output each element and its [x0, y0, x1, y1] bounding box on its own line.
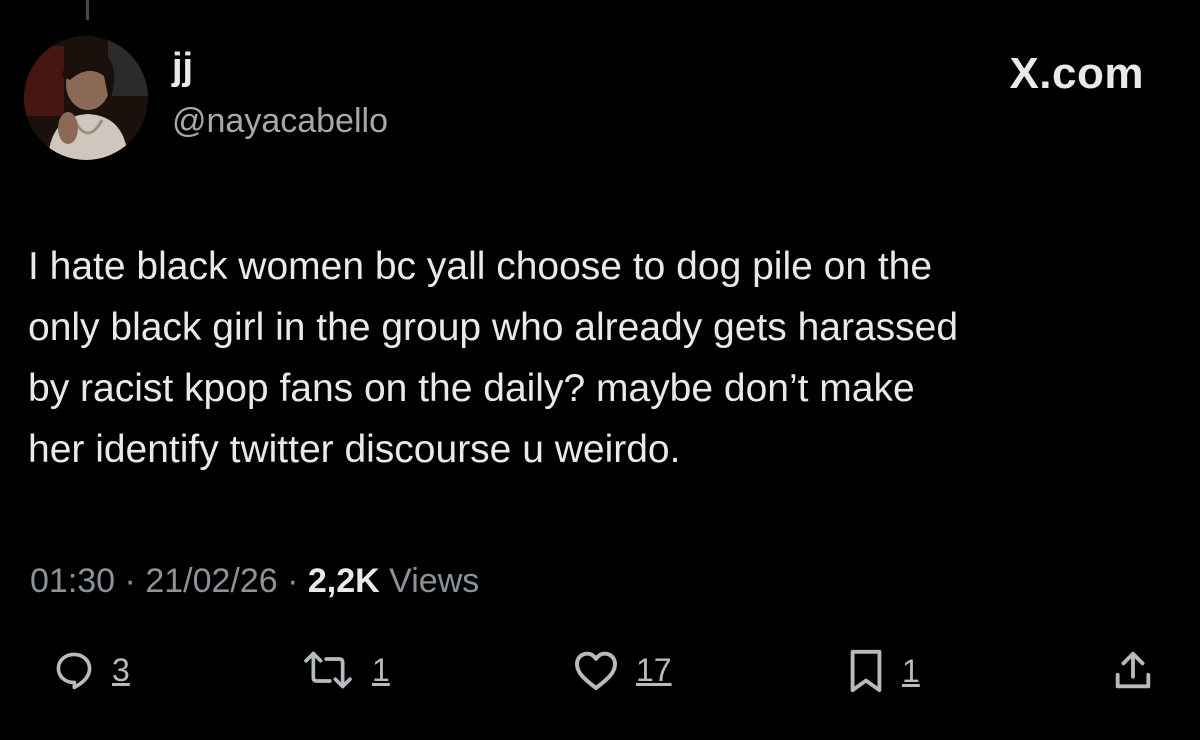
- repost-button[interactable]: 1: [300, 648, 390, 692]
- author-avatar[interactable]: [24, 36, 148, 160]
- tweet-metadata: 01:30 · 21/02/26 · 2,2K Views: [30, 564, 479, 598]
- like-button[interactable]: 17: [572, 648, 672, 692]
- bookmark-icon: [850, 649, 882, 693]
- meta-separator: ·: [115, 562, 146, 600]
- author-handle[interactable]: @nayacabello: [172, 104, 388, 138]
- tweet-body: I hate black women bc yall choose to dog…: [28, 245, 959, 471]
- reply-count[interactable]: 3: [112, 652, 130, 689]
- share-icon: [1115, 651, 1151, 689]
- like-count[interactable]: 17: [636, 652, 672, 689]
- brand-watermark: X.com: [1009, 49, 1144, 98]
- share-button[interactable]: [1110, 648, 1156, 694]
- reply-button[interactable]: 3: [52, 648, 130, 692]
- repost-count[interactable]: 1: [372, 652, 390, 689]
- views-label: Views: [379, 562, 480, 600]
- tweet-time[interactable]: 01:30: [30, 562, 115, 600]
- bookmark-button[interactable]: 1: [846, 648, 920, 694]
- tweet-action-bar: 3 1 17 1: [0, 648, 1200, 708]
- reply-icon: [56, 652, 92, 690]
- bookmark-count[interactable]: 1: [902, 653, 920, 690]
- thread-connector-line: [86, 0, 89, 20]
- avatar-photo-icon: [24, 36, 148, 160]
- heart-icon: [575, 651, 617, 690]
- views-count[interactable]: 2,2K: [308, 562, 380, 600]
- tweet-date[interactable]: 21/02/26: [145, 562, 277, 600]
- author-display-name[interactable]: jj: [172, 48, 193, 86]
- meta-separator: ·: [277, 562, 308, 600]
- repost-icon: [304, 651, 352, 689]
